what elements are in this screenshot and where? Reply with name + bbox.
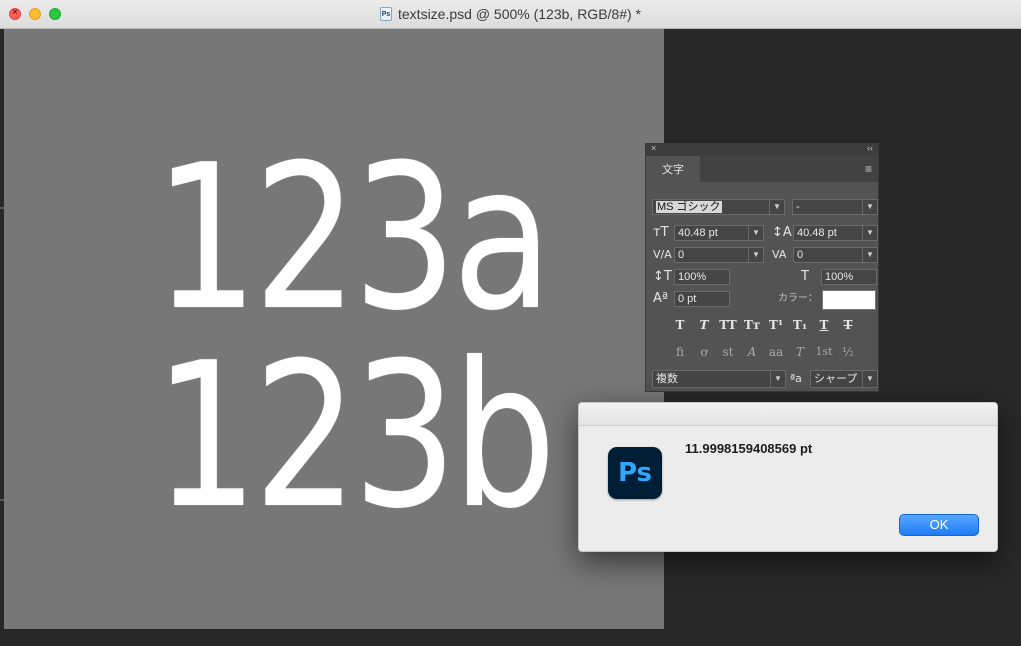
swash-button[interactable]: A	[742, 344, 762, 360]
font-family-select[interactable]: MS ゴシック ▼	[652, 199, 785, 215]
baseline-shift-field[interactable]: 0 pt	[674, 291, 730, 307]
vertical-scale-icon: ↕T	[653, 269, 672, 284]
fractions-button[interactable]: ½	[838, 344, 858, 360]
chevron-down-icon: ▼	[862, 226, 877, 240]
chevron-down-icon: ▼	[769, 200, 784, 214]
antialias-icon: ªa	[790, 372, 802, 385]
all-caps-button[interactable]: TT	[718, 317, 738, 333]
superscript-button[interactable]: T¹	[766, 317, 786, 333]
horizontal-scale-value: 100%	[825, 271, 854, 283]
antialias-select[interactable]: シャープ ▼	[810, 370, 878, 388]
document-title-area: Ps textsize.psd @ 500% (123b, RGB/8#) *	[0, 0, 1021, 28]
antialias-value: シャープ	[814, 373, 858, 385]
kerning-icon: V/A	[653, 248, 672, 261]
vertical-scale-value: 100%	[678, 271, 707, 283]
old-style-button[interactable]: ơ	[694, 344, 714, 360]
faux-italic-button[interactable]: T	[694, 317, 714, 333]
document-canvas[interactable]: 123a 123b	[4, 29, 664, 629]
faux-bold-button[interactable]: T	[670, 317, 690, 333]
chevron-down-icon: ▼	[862, 248, 877, 262]
ligatures-button[interactable]: ﬁ	[670, 344, 690, 360]
language-select[interactable]: 複数 ▼	[652, 370, 786, 388]
style-buttons-row: T T TT Tт T¹ T₁ T T	[670, 317, 858, 333]
psd-file-icon: Ps	[380, 7, 392, 21]
ordinals-button[interactable]: 1st	[814, 344, 834, 360]
titling-alternates-button[interactable]: T	[790, 344, 810, 360]
panel-tabbar: 文字 ≡	[646, 156, 878, 182]
underline-button[interactable]: T	[814, 317, 834, 333]
strikethrough-button[interactable]: T	[838, 317, 858, 333]
discretionary-ligatures-button[interactable]: st	[718, 344, 738, 360]
horizontal-scale-field[interactable]: 100%	[821, 269, 877, 285]
color-label: カラー：	[778, 293, 818, 304]
font-size-field[interactable]: 40.48 pt ▼	[674, 225, 764, 241]
leading-field[interactable]: 40.48 pt ▼	[793, 225, 878, 241]
text-color-swatch[interactable]	[822, 290, 876, 310]
chevron-down-icon: ▼	[862, 371, 877, 387]
text-layer-123a[interactable]: 123a	[154, 139, 553, 339]
tracking-select[interactable]: 0 ▼	[793, 247, 878, 263]
font-family-value: MS ゴシック	[656, 201, 722, 213]
character-panel[interactable]: × ‹‹ 文字 ≡ MS ゴシック ▼ - ▼ ᴛT 40.48 pt ▼ ↕A…	[645, 143, 879, 392]
tab-character[interactable]: 文字	[646, 156, 700, 182]
photoshop-app-icon: Ps	[608, 447, 662, 499]
leading-value: 40.48 pt	[797, 227, 837, 239]
chevron-down-icon: ▼	[748, 248, 763, 262]
panel-header[interactable]: × ‹‹	[646, 143, 878, 156]
opentype-buttons-row: ﬁ ơ st A aa T 1st ½	[670, 344, 858, 360]
chevron-down-icon: ▼	[770, 371, 785, 387]
document-title: textsize.psd @ 500% (123b, RGB/8#) *	[398, 6, 641, 22]
dialog-titlebar[interactable]	[579, 403, 997, 426]
kerning-select[interactable]: 0 ▼	[674, 247, 764, 263]
kerning-value: 0	[678, 249, 685, 261]
tracking-icon: VA	[772, 248, 787, 261]
baseline-shift-value: 0 pt	[678, 293, 697, 305]
alert-dialog[interactable]: Ps 11.9998159408569 pt OK	[578, 402, 998, 552]
dialog-message: 11.9998159408569 pt	[685, 441, 813, 456]
window-titlebar[interactable]: × Ps textsize.psd @ 500% (123b, RGB/8#) …	[0, 0, 1021, 29]
collapse-icon[interactable]: ‹‹	[867, 143, 873, 153]
ok-button[interactable]: OK	[899, 514, 979, 536]
font-size-value: 40.48 pt	[678, 227, 718, 239]
chevron-down-icon: ▼	[748, 226, 763, 240]
tracking-value: 0	[797, 249, 804, 261]
stylistic-alternates-button[interactable]: aa	[766, 344, 786, 360]
font-style-value: -	[796, 201, 800, 213]
baseline-shift-icon: Aª	[653, 291, 669, 306]
chevron-down-icon: ▼	[862, 200, 877, 214]
panel-menu-icon[interactable]: ≡	[865, 162, 872, 176]
small-caps-button[interactable]: Tт	[742, 317, 762, 333]
font-style-select[interactable]: - ▼	[792, 199, 878, 215]
font-size-icon: ᴛT	[653, 225, 669, 240]
language-value: 複数	[656, 373, 678, 385]
text-layer-123b[interactable]: 123b	[154, 337, 556, 537]
subscript-button[interactable]: T₁	[790, 317, 810, 333]
close-icon[interactable]: ×	[651, 143, 656, 153]
leading-icon: ↕A	[772, 225, 792, 240]
vertical-scale-field[interactable]: 100%	[674, 269, 730, 285]
horizontal-scale-icon: T	[801, 269, 809, 284]
